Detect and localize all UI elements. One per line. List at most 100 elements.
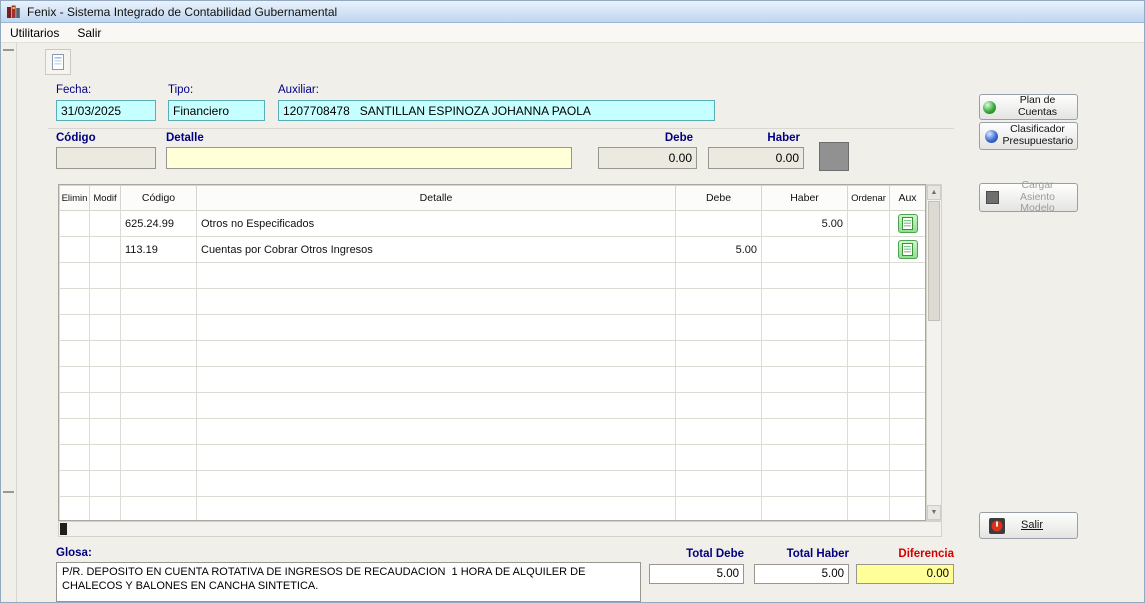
fecha-input[interactable] (56, 100, 156, 121)
cell-detalle (197, 289, 676, 315)
column-header-ordenar: Ordenar (848, 186, 890, 211)
plan-de-cuentas-button[interactable]: Plan de Cuentas (979, 94, 1078, 120)
cargar-asiento-label: Cargar Asiento Modelo (1004, 180, 1072, 215)
plan-de-cuentas-label: Plan de Cuentas (1001, 95, 1074, 119)
cell-detalle (197, 471, 676, 497)
detalle-input[interactable] (166, 147, 572, 169)
cargar-asiento-modelo-button[interactable]: Cargar Asiento Modelo (979, 183, 1078, 212)
cell-ordenar (848, 341, 890, 367)
cell-modif (90, 367, 121, 393)
cell-haber (762, 341, 848, 367)
table-row (60, 471, 926, 497)
diferencia-input (856, 564, 954, 584)
cell-aux (890, 497, 926, 522)
menu-item-salir[interactable]: Salir (68, 24, 110, 42)
table-body: 625.24.99Otros no Especificados5.00113.1… (60, 211, 926, 522)
auxiliar-label: Auxiliar: (278, 84, 319, 96)
cell-codigo (121, 471, 197, 497)
table-row (60, 445, 926, 471)
cell-codigo (121, 445, 197, 471)
divider (48, 128, 954, 129)
total-debe-label: Total Debe (649, 548, 744, 560)
splitter-grip (3, 491, 14, 493)
detalle-label: Detalle (166, 132, 204, 144)
tipo-input[interactable] (168, 100, 265, 121)
scroll-down-arrow-icon[interactable]: ▼ (927, 505, 941, 520)
cell-modif (90, 341, 121, 367)
clasificador-presupuestario-button[interactable]: Clasificador Presupuestario (979, 122, 1078, 150)
scroll-up-arrow-icon[interactable]: ▲ (927, 185, 941, 200)
left-panel-splitter[interactable] (1, 43, 17, 603)
cell-detalle (197, 263, 676, 289)
cell-haber (762, 419, 848, 445)
cell-modif (90, 471, 121, 497)
table-row (60, 497, 926, 522)
cell-elimin (60, 497, 90, 522)
cell-codigo (121, 419, 197, 445)
salir-label: Salir (1021, 519, 1043, 531)
cell-detalle (197, 367, 676, 393)
cell-codigo (121, 367, 197, 393)
cell-ordenar (848, 497, 890, 522)
cell-debe (676, 367, 762, 393)
glosa-label: Glosa: (56, 547, 92, 559)
cell-modif (90, 419, 121, 445)
cell-debe (676, 445, 762, 471)
column-header-elimin: Elimin (60, 186, 90, 211)
glosa-text[interactable]: P/R. DEPOSITO EN CUENTA ROTATIVA DE INGR… (56, 562, 641, 602)
cell-ordenar (848, 289, 890, 315)
cell-modif (90, 237, 121, 263)
cell-debe (676, 471, 762, 497)
titlebar: Fenix - Sistema Integrado de Contabilida… (1, 1, 1144, 23)
cell-aux (890, 393, 926, 419)
cell-haber (762, 237, 848, 263)
cell-debe (676, 393, 762, 419)
cell-modif (90, 497, 121, 522)
cell-codigo (121, 497, 197, 522)
haber-label: Haber (708, 132, 800, 144)
gray-square-icon (986, 191, 999, 204)
cell-elimin (60, 445, 90, 471)
new-document-button[interactable] (45, 49, 71, 75)
aux-document-button[interactable] (898, 214, 918, 233)
cell-elimin (60, 237, 90, 263)
cell-aux (890, 367, 926, 393)
cell-ordenar (848, 237, 890, 263)
debe-label: Debe (598, 132, 693, 144)
aux-document-button[interactable] (898, 240, 918, 259)
cell-detalle (197, 315, 676, 341)
salir-button[interactable]: Salir (979, 512, 1078, 539)
auxiliar-input[interactable] (278, 100, 715, 121)
cell-debe (676, 341, 762, 367)
table-row (60, 263, 926, 289)
fecha-label: Fecha: (56, 84, 91, 96)
cell-haber (762, 471, 848, 497)
total-haber-label: Total Haber (754, 548, 849, 560)
table-row[interactable]: 625.24.99Otros no Especificados5.00 (60, 211, 926, 237)
menubar: Utilitarios Salir (1, 23, 1144, 43)
vertical-scroll-thumb[interactable] (928, 201, 940, 321)
debe-input[interactable] (598, 147, 697, 169)
cell-aux (890, 289, 926, 315)
horizontal-scrollbar[interactable] (58, 521, 942, 537)
cell-debe (676, 211, 762, 237)
column-header-detalle: Detalle (197, 186, 676, 211)
haber-input[interactable] (708, 147, 804, 169)
horizontal-scroll-thumb[interactable] (60, 523, 67, 535)
column-header-aux: Aux (890, 186, 926, 211)
menu-item-utilitarios[interactable]: Utilitarios (1, 24, 68, 42)
add-entry-button[interactable] (819, 142, 849, 171)
cell-codigo (121, 341, 197, 367)
vertical-scrollbar[interactable]: ▲ ▼ (926, 184, 942, 521)
cell-aux (890, 263, 926, 289)
cell-modif (90, 315, 121, 341)
cell-aux (890, 315, 926, 341)
cell-modif (90, 263, 121, 289)
cell-aux (890, 419, 926, 445)
cell-aux (890, 445, 926, 471)
table-row[interactable]: 113.19Cuentas por Cobrar Otros Ingresos5… (60, 237, 926, 263)
fenix-logo-icon (6, 4, 21, 19)
cell-ordenar (848, 367, 890, 393)
codigo-input[interactable] (56, 147, 156, 169)
cell-haber (762, 315, 848, 341)
